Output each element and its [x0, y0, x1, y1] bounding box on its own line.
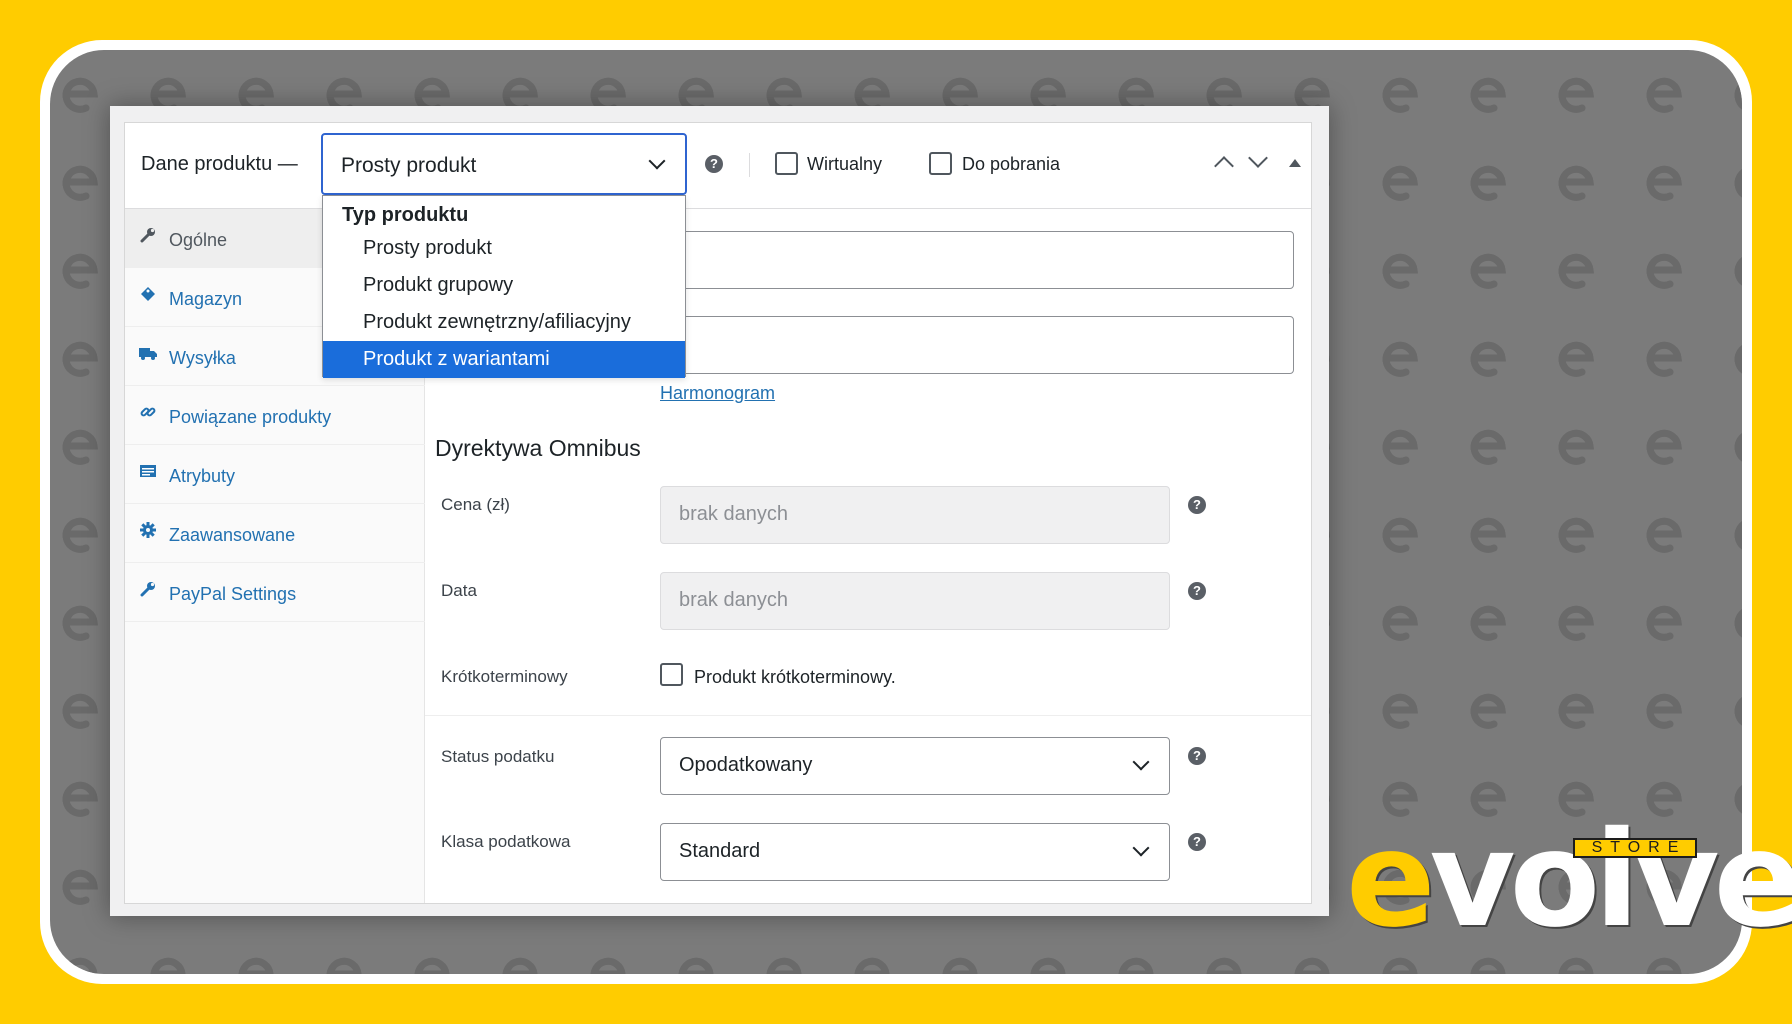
omnibus-section-title: Dyrektywa Omnibus: [435, 435, 641, 461]
downloadable-label: Do pobrania: [962, 154, 1061, 174]
link-icon: [139, 404, 157, 422]
downloadable-checkbox[interactable]: [929, 152, 952, 175]
dropdown-option[interactable]: Produkt grupowy: [323, 267, 685, 304]
tab-label: Wysyłka: [169, 348, 236, 368]
product-type-dropdown: Typ produktu Prosty produkt Produkt grup…: [322, 195, 686, 378]
option-label: Produkt grupowy: [363, 274, 514, 296]
help-icon[interactable]: ?: [1188, 582, 1206, 600]
chevron-down-icon: [648, 152, 666, 170]
wrench-icon: [139, 581, 157, 599]
tab-attributes[interactable]: Atrybuty: [125, 445, 425, 504]
dropdown-option-highlighted[interactable]: Produkt z wariantami: [323, 341, 685, 378]
evolve-logo: evolve: [1346, 814, 1792, 946]
tab-label: Ogólne: [169, 230, 228, 250]
chevron-down-icon: [1132, 839, 1150, 857]
dropdown-option[interactable]: Prosty produkt: [323, 230, 685, 267]
wrench-icon: [139, 227, 157, 245]
date-label: Data: [441, 581, 477, 600]
date-placeholder: brak danych: [679, 589, 788, 611]
dropdown-group-label: Typ produktu: [342, 204, 469, 226]
gear-icon: [139, 522, 157, 540]
price-placeholder: brak danych: [679, 503, 788, 525]
price-label: Cena (zł): [441, 495, 510, 514]
store-badge: STORE: [1573, 838, 1697, 858]
help-icon[interactable]: ?: [1188, 496, 1206, 514]
list-icon: [139, 463, 157, 481]
product-data-panel: Dane produktu — Prosty produkt ? Wirtual…: [124, 122, 1312, 904]
move-down-icon[interactable]: [1248, 148, 1268, 168]
product-type-select[interactable]: Prosty produkt: [321, 133, 687, 195]
tax-status-select[interactable]: Opodatkowany: [660, 737, 1170, 795]
tab-advanced[interactable]: Zaawansowane: [125, 504, 425, 563]
tax-class-label: Klasa podatkowa: [441, 832, 571, 851]
tab-label: PayPal Settings: [169, 584, 297, 604]
help-icon[interactable]: ?: [1188, 747, 1206, 765]
tab-linked-products[interactable]: Powiązane produkty: [125, 386, 425, 445]
logo-rest: volve: [1429, 803, 1792, 957]
tax-class-select[interactable]: Standard: [660, 823, 1170, 881]
omnibus-price-input[interactable]: brak danych: [660, 486, 1170, 544]
panel-header: Dane produktu — Prosty produkt ? Wirtual…: [125, 123, 1311, 209]
header-separator: [749, 153, 750, 177]
help-icon[interactable]: ?: [1188, 833, 1206, 851]
help-icon[interactable]: ?: [705, 155, 723, 173]
move-up-icon[interactable]: [1214, 156, 1234, 176]
logo-e: e: [1346, 803, 1435, 957]
tab-paypal-settings[interactable]: PayPal Settings: [125, 563, 425, 622]
dropdown-option[interactable]: Produkt zewnętrzny/afiliacyjny: [323, 304, 685, 341]
section-divider: [425, 715, 1311, 716]
schedule-link[interactable]: Harmonogram: [660, 383, 775, 404]
collapse-toggle-icon[interactable]: [1289, 159, 1301, 167]
tag-icon: [139, 286, 157, 304]
truck-icon: [139, 345, 157, 363]
tab-label: Atrybuty: [169, 466, 236, 486]
product-type-value: Prosty produkt: [341, 154, 477, 177]
tab-label: Magazyn: [169, 289, 243, 309]
tab-label: Powiązane produkty: [169, 407, 332, 427]
tax-class-value: Standard: [679, 840, 761, 862]
virtual-checkbox[interactable]: [775, 152, 798, 175]
short-term-checkbox[interactable]: [660, 663, 683, 686]
chevron-down-icon: [1132, 753, 1150, 771]
option-label: Prosty produkt: [363, 237, 492, 259]
option-label: Produkt z wariantami: [363, 348, 550, 370]
option-label: Produkt zewnętrzny/afiliacyjny: [363, 311, 631, 333]
virtual-label: Wirtualny: [807, 154, 883, 174]
tab-label: Zaawansowane: [169, 525, 296, 545]
short-term-label: Krótkoterminowy: [441, 667, 568, 686]
tax-status-label: Status podatku: [441, 747, 555, 766]
panel-title: Dane produktu —: [141, 153, 298, 175]
omnibus-date-input[interactable]: brak danych: [660, 572, 1170, 630]
tax-status-value: Opodatkowany: [679, 754, 813, 776]
short-term-checkbox-label: Produkt krótkoterminowy.: [694, 667, 896, 687]
